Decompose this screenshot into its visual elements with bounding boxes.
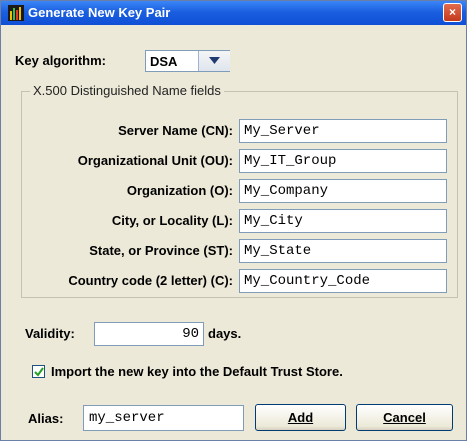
field-label-c: Country code (2 letter) (C):	[68, 273, 233, 288]
window-title: Generate New Key Pair	[28, 5, 171, 20]
app-icon	[8, 5, 24, 21]
import-checkbox-label[interactable]: Import the new key into the Default Trus…	[51, 364, 343, 379]
validity-unit: days.	[208, 326, 242, 341]
field-label-ou: Organizational Unit (OU):	[77, 153, 233, 168]
key-algorithm-label: Key algorithm:	[15, 53, 107, 68]
city-field[interactable]: My_City	[239, 209, 447, 233]
title-bar[interactable]: Generate New Key Pair ×	[1, 1, 466, 25]
group-title: X.500 Distinguished Name fields	[30, 83, 224, 98]
organization-field[interactable]: My_Company	[239, 179, 447, 203]
field-label-o: Organization (O):	[126, 183, 233, 198]
state-field[interactable]: My_State	[239, 239, 447, 263]
alias-label: Alias:	[28, 411, 64, 426]
field-label-cn: Server Name (CN):	[118, 123, 233, 138]
field-label-st: State, or Province (ST):	[89, 243, 233, 258]
server-name-field[interactable]: My_Server	[239, 119, 447, 143]
key-algorithm-value: DSA	[150, 54, 178, 69]
checkmark-icon	[34, 367, 44, 377]
validity-label: Validity:	[25, 326, 75, 341]
dialog-window: Generate New Key Pair × Key algorithm: D…	[0, 0, 467, 441]
dropdown-button[interactable]	[198, 51, 230, 71]
import-checkbox[interactable]	[32, 365, 45, 378]
validity-input[interactable]: 90	[94, 322, 204, 346]
organizational-unit-field[interactable]: My_IT_Group	[239, 149, 447, 173]
cancel-button-label: Cancel	[383, 410, 426, 425]
add-button-label: Add	[287, 410, 314, 425]
alias-input[interactable]: my_server	[83, 405, 244, 431]
cancel-button[interactable]: Cancel	[356, 404, 453, 431]
add-button[interactable]: Add	[255, 404, 346, 431]
field-label-l: City, or Locality (L):	[111, 213, 233, 228]
country-code-field[interactable]: My_Country_Code	[239, 269, 447, 293]
key-algorithm-select[interactable]: DSA	[145, 50, 230, 72]
close-button[interactable]: ×	[443, 3, 462, 22]
chevron-down-icon	[209, 57, 220, 64]
